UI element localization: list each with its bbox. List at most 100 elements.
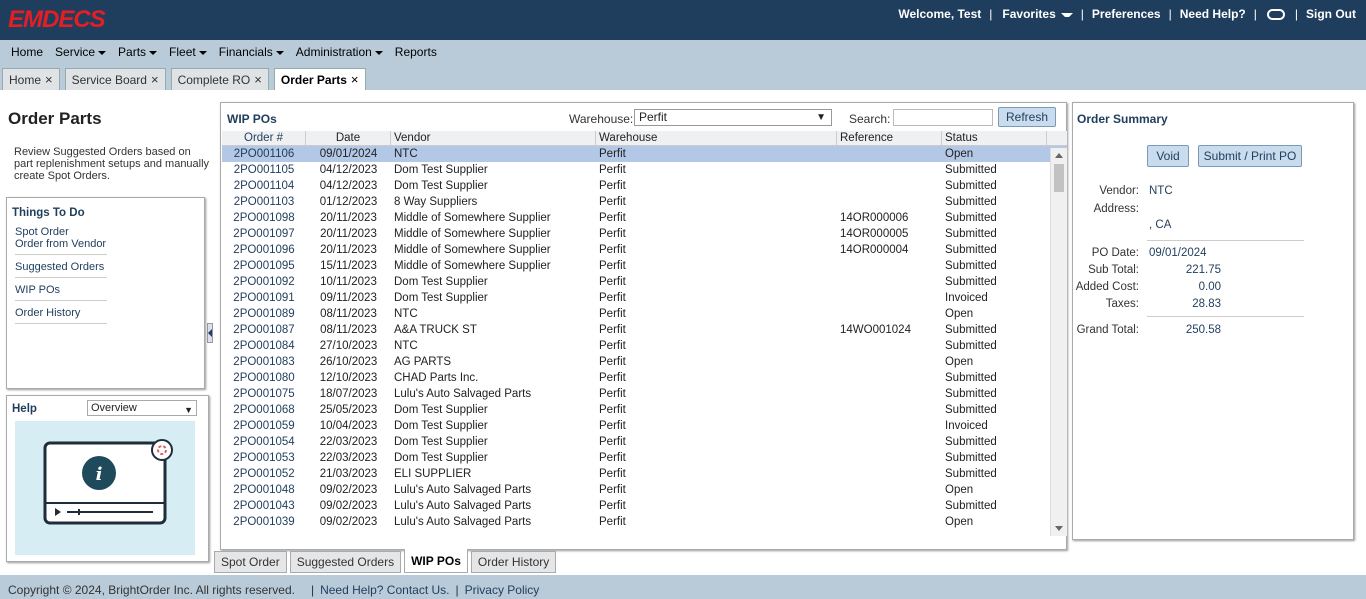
order-number-cell[interactable]: 2PO001052 [222,466,306,482]
search-input[interactable] [893,109,993,126]
table-row[interactable]: 2PO001043 09/02/2023 Lulu's Auto Salvaged … [222,498,1067,514]
grand-total-value: 250.58 [1185,324,1221,336]
refresh-button[interactable]: Refresh [998,107,1056,127]
table-row[interactable]: 2PO001092 10/11/2023 Dom Test Supplier Perf… [222,274,1067,290]
column-header-order[interactable]: Order # [222,131,306,145]
close-icon[interactable]: × [151,72,159,87]
help-video-thumbnail[interactable]: i [15,421,195,555]
subtab-spot-order[interactable]: Spot Order [214,551,287,573]
menu-parts[interactable]: Parts [118,45,158,59]
subtab-suggested-orders[interactable]: Suggested Orders [289,551,402,573]
column-header-reference[interactable]: Reference [837,131,942,145]
menu-administration[interactable]: Administration [296,45,383,59]
preferences-link[interactable]: Preferences [1090,7,1163,21]
tab-complete-ro[interactable]: Complete RO × [170,68,269,90]
table-row[interactable]: 2PO001083 26/10/2023 AG PARTS Perfit Open [222,354,1067,370]
subtab-order-history[interactable]: Order History [470,551,557,573]
table-row[interactable]: 2PO001103 01/12/2023 8 Way Suppliers Perfit… [222,194,1067,210]
column-header-status[interactable]: Status [942,131,1047,145]
order-number-cell[interactable]: 2PO001104 [222,178,306,194]
order-number-cell[interactable]: 2PO001097 [222,226,306,242]
close-icon[interactable]: × [45,72,53,87]
order-number-cell[interactable]: 2PO001068 [222,402,306,418]
scroll-thumb[interactable] [1054,164,1064,192]
order-number-cell[interactable]: 2PO001039 [222,514,306,530]
scroll-down-icon[interactable] [1055,526,1063,531]
subtab-wip-pos[interactable]: WIP POs [404,549,468,573]
need-help-link[interactable]: Need Help? [1178,7,1248,21]
scroll-up-icon[interactable] [1055,153,1063,158]
tab-order-parts[interactable]: Order Parts × [273,68,366,90]
table-row[interactable]: 2PO001105 04/12/2023 Dom Test Supplier Perf… [222,162,1067,178]
contact-help-link[interactable]: Need Help? Contact Us. [320,583,449,597]
menu-reports[interactable]: Reports [395,45,437,59]
order-number-cell[interactable]: 2PO001080 [222,370,306,386]
order-number-cell[interactable]: 2PO001087 [222,322,306,338]
tab-home[interactable]: Home × [2,68,60,90]
app-logo[interactable]: EMDECS [8,6,106,34]
chevron-down-icon [374,50,383,55]
order-number-cell[interactable]: 2PO001105 [222,162,306,178]
table-row[interactable]: 2PO001080 12/10/2023 CHAD Parts Inc. Perfit… [222,370,1067,386]
void-button[interactable]: Void [1147,145,1189,167]
table-row[interactable]: 2PO001087 08/11/2023 A&A TRUCK ST Perfit 14W… [222,322,1067,338]
submit-print-po-button[interactable]: Submit / Print PO [1198,145,1302,167]
order-number-cell[interactable]: 2PO001089 [222,306,306,322]
column-header-warehouse[interactable]: Warehouse [596,131,837,145]
close-icon[interactable]: × [254,72,262,87]
table-row[interactable]: 2PO001053 22/03/2023 Dom Test Supplier Perf… [222,450,1067,466]
order-number-cell[interactable]: 2PO001075 [222,386,306,402]
table-row[interactable]: 2PO001097 20/11/2023 Middle of Somewhere S… [222,226,1067,242]
table-row[interactable]: 2PO001039 09/02/2023 Lulu's Auto Salvaged … [222,514,1067,530]
link-suggested-orders[interactable]: Suggested Orders [15,255,107,278]
grid-scrollbar[interactable] [1050,148,1067,536]
order-number-cell[interactable]: 2PO001091 [222,290,306,306]
warehouse-select[interactable]: Perfit ▼ [634,109,832,126]
table-row[interactable]: 2PO001068 25/05/2023 Dom Test Supplier Perf… [222,402,1067,418]
order-number-cell[interactable]: 2PO001096 [222,242,306,258]
table-row[interactable]: 2PO001059 10/04/2023 Dom Test Supplier Perf… [222,418,1067,434]
menu-financials[interactable]: Financials [219,45,284,59]
order-number-cell[interactable]: 2PO001098 [222,210,306,226]
link-order-history[interactable]: Order History [15,301,107,324]
tab-service-board[interactable]: Service Board × [64,68,166,90]
order-number-cell[interactable]: 2PO001083 [222,354,306,370]
link-order-from-vendor[interactable]: Order from Vendor [15,238,107,250]
order-number-cell[interactable]: 2PO001103 [222,194,306,210]
menu-home[interactable]: Home [11,45,43,59]
menu-fleet[interactable]: Fleet [169,45,207,59]
order-number-cell[interactable]: 2PO001059 [222,418,306,434]
menu-service[interactable]: Service [55,45,107,59]
order-number-cell[interactable]: 2PO001095 [222,258,306,274]
help-topic-select[interactable]: Overview ▼ [87,400,197,416]
order-number-cell[interactable]: 2PO001053 [222,450,306,466]
column-header-vendor[interactable]: Vendor [391,131,596,145]
close-icon[interactable]: × [351,72,359,87]
order-number-cell[interactable]: 2PO001084 [222,338,306,354]
table-row[interactable]: 2PO001095 15/11/2023 Middle of Somewhere S… [222,258,1067,274]
table-row[interactable]: 2PO001106 09/01/2024 NTC Perfit Open [222,146,1067,162]
favorites-menu[interactable]: Favorites [998,7,1074,21]
order-number-cell[interactable]: 2PO001048 [222,482,306,498]
link-wip-pos[interactable]: WIP POs [15,278,107,301]
privacy-policy-link[interactable]: Privacy Policy [465,583,540,597]
column-header-date[interactable]: Date [306,131,391,145]
table-row[interactable]: 2PO001089 08/11/2023 NTC Perfit Open [222,306,1067,322]
table-row[interactable]: 2PO001052 21/03/2023 ELI SUPPLIER Perfit Sub… [222,466,1067,482]
chat-icon[interactable] [1266,8,1285,20]
table-row[interactable]: 2PO001104 04/12/2023 Dom Test Supplier Perf… [222,178,1067,194]
link-spot-order[interactable]: Spot Order [15,226,107,238]
table-row[interactable]: 2PO001054 22/03/2023 Dom Test Supplier Perf… [222,434,1067,450]
table-row[interactable]: 2PO001098 20/11/2023 Middle of Somewhere S… [222,210,1067,226]
table-row[interactable]: 2PO001091 09/11/2023 Dom Test Supplier Perf… [222,290,1067,306]
table-row[interactable]: 2PO001075 18/07/2023 Lulu's Auto Salvaged … [222,386,1067,402]
collapse-left-panel-handle[interactable] [207,323,213,343]
table-row[interactable]: 2PO001048 09/02/2023 Lulu's Auto Salvaged … [222,482,1067,498]
order-number-cell[interactable]: 2PO001054 [222,434,306,450]
table-row[interactable]: 2PO001084 27/10/2023 NTC Perfit Submitted [222,338,1067,354]
order-number-cell[interactable]: 2PO001106 [222,146,306,162]
sign-out-link[interactable]: Sign Out [1304,7,1358,21]
table-row[interactable]: 2PO001096 20/11/2023 Middle of Somewhere S… [222,242,1067,258]
order-number-cell[interactable]: 2PO001092 [222,274,306,290]
order-number-cell[interactable]: 2PO001043 [222,498,306,514]
